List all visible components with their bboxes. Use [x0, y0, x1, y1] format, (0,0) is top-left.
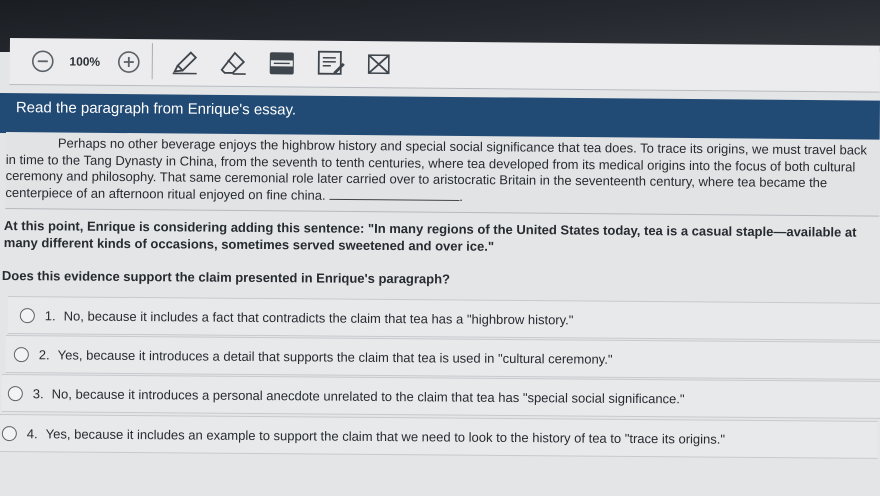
answer-eliminator-icon [367, 54, 390, 75]
answer-choice-4[interactable]: 4. Yes, because it includes an example t… [0, 414, 878, 459]
zoom-level: 100% [69, 54, 101, 69]
plus-circle-icon [117, 51, 140, 73]
answer-blank [329, 188, 460, 201]
notepad-button[interactable] [314, 49, 348, 79]
radio-button[interactable] [19, 307, 35, 323]
answer-text: No, because it introduces a personal ane… [51, 385, 685, 406]
toolbar-separator [151, 43, 153, 80]
notepad-icon [317, 50, 345, 75]
essay-passage: Perhaps no other beverage enjoys the hig… [5, 132, 880, 217]
context-sentence: At this point, Enrique is considering ad… [3, 218, 857, 254]
zoom-out-button[interactable] [28, 46, 58, 76]
answer-number: 2. [38, 346, 50, 362]
minus-circle-icon [31, 50, 54, 73]
answer-choice-1[interactable]: 1. No, because it includes a fact that c… [7, 296, 880, 341]
toolbar: 100% [9, 38, 880, 93]
answer-choice-2[interactable]: 2. Yes, because it introduces a detail t… [5, 335, 880, 380]
answer-number: 1. [44, 307, 56, 323]
answer-number: 4. [26, 425, 38, 441]
passage-end-punct: . [459, 188, 463, 204]
line-reader-button[interactable] [264, 48, 300, 78]
answer-number: 3. [32, 385, 44, 401]
radio-button[interactable] [1, 425, 17, 441]
answer-eliminator-button[interactable] [362, 49, 396, 79]
radio-button[interactable] [13, 346, 29, 362]
eraser-button[interactable] [216, 48, 250, 78]
highlighter-icon [172, 51, 198, 75]
answer-text: No, because it includes a fact that cont… [63, 307, 574, 327]
eraser-icon [220, 51, 246, 75]
answer-text: Yes, because it introduces a detail that… [57, 346, 613, 367]
question-stem: Does this evidence support the claim pre… [1, 268, 451, 287]
highlighter-button[interactable] [168, 47, 202, 77]
answer-text: Yes, because it includes an example to s… [45, 425, 726, 447]
instruction-title: Read the paragraph from Enrique's essay. [15, 99, 297, 119]
passage-paragraph: Perhaps no other beverage enjoys the hig… [5, 132, 880, 209]
answer-choice-3[interactable]: 3. No, because it introduces a personal … [1, 374, 880, 419]
radio-button[interactable] [7, 385, 23, 401]
zoom-in-button[interactable] [114, 47, 144, 77]
line-reader-icon [269, 52, 294, 75]
